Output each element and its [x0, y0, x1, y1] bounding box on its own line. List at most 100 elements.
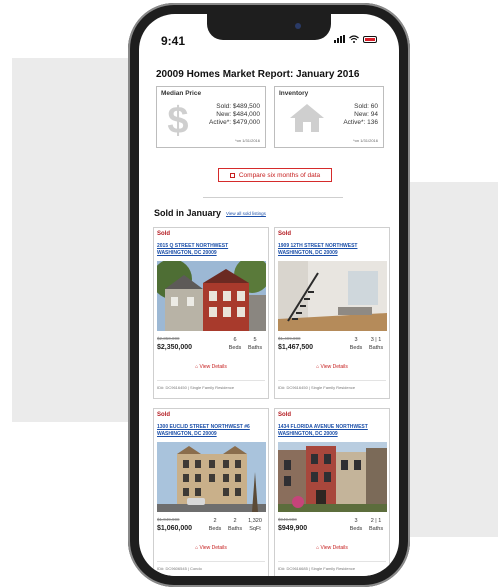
- beds-label: Beds: [208, 526, 222, 532]
- listing-id: ID#: DC9616450 | Single Family Residence: [157, 385, 235, 390]
- sold-label: Sold: [157, 231, 170, 237]
- sqft-value: 1,320: [248, 518, 262, 524]
- listing-card[interactable]: Sold 1434 FLORIDA AVENUE NORTHWEST WASHIN…: [274, 408, 390, 576]
- listing-card[interactable]: Sold 2015 Q STREET NORTHWEST WASHINGTON, …: [153, 227, 269, 399]
- original-price: $949,900: [278, 517, 297, 522]
- listing-address-link[interactable]: 1300 EUCLID STREET NORTHWEST #6 WASHINGTO…: [157, 424, 267, 437]
- original-price: $2,350,000: [157, 336, 180, 341]
- view-details-label[interactable]: View Details: [321, 545, 348, 551]
- signal-icon: [334, 35, 345, 43]
- sqft-stat: 1,320 SqFt: [248, 517, 262, 533]
- inventory-new: New: 94: [354, 111, 378, 118]
- listing-id: ID#: DC9616450 | Single Family Residence: [278, 385, 356, 390]
- status-time: 9:41: [161, 34, 186, 48]
- baths-label: Baths: [248, 345, 263, 351]
- listing-photo[interactable]: [278, 261, 387, 331]
- listing-address-link[interactable]: 1909 12TH STREET NORTHWEST WASHINGTON, DC…: [278, 243, 388, 256]
- chart-icon: [229, 172, 235, 178]
- phone-frame: 9:41 20009 Homes Market Report: January …: [128, 3, 410, 587]
- status-icons: [334, 35, 377, 43]
- median-price-values: Sold: $489,500 New: $484,000 Active*: $4…: [209, 103, 260, 127]
- baths-label: Baths: [369, 345, 384, 351]
- card-divider: [278, 561, 386, 562]
- address-line-2[interactable]: WASHINGTON, DC 20009: [157, 431, 267, 438]
- dollar-icon: $: [167, 101, 188, 137]
- beds-stat: 2 Beds: [208, 517, 222, 533]
- beds-label: Beds: [349, 526, 363, 532]
- view-details-link[interactable]: ⌂ View Details: [154, 545, 268, 551]
- divider: [203, 197, 343, 198]
- view-details-label[interactable]: View Details: [321, 364, 348, 370]
- svg-text:$: $: [167, 101, 188, 137]
- view-details-label[interactable]: View Details: [200, 364, 227, 370]
- median-new: New: $484,000: [216, 111, 260, 118]
- baths-value: 5: [253, 337, 257, 343]
- baths-stat: 3 | 1 Baths: [369, 336, 383, 352]
- listing-id: ID#: DC9616685 | Single Family Residence: [278, 566, 356, 571]
- beds-value: 3: [354, 518, 358, 524]
- beds-stat: 6 Beds: [228, 336, 242, 352]
- baths-stat: 5 Baths: [248, 336, 262, 352]
- report-title: 20009 Homes Market Report: January 2016: [156, 69, 360, 80]
- median-price-heading: Median Price: [161, 90, 202, 97]
- sold-price: $1,060,000: [157, 525, 193, 532]
- inventory-sold: Sold: 60: [354, 103, 378, 110]
- view-details-link[interactable]: ⌂ View Details: [275, 364, 389, 370]
- sold-section-heading: Sold in January: [154, 208, 222, 218]
- view-details-link[interactable]: ⌂ View Details: [275, 545, 389, 551]
- wifi-icon: [349, 35, 359, 43]
- listing-card[interactable]: Sold 1909 12TH STREET NORTHWEST WASHINGTO…: [274, 227, 390, 399]
- interior-photo: [278, 261, 387, 331]
- beds-stat: 3 Beds: [349, 336, 363, 352]
- card-divider: [157, 380, 265, 381]
- baths-label: Baths: [369, 526, 384, 532]
- original-price: $1,499,000: [278, 336, 301, 341]
- inventory-heading: Inventory: [279, 90, 309, 97]
- background-panel-right: [410, 182, 498, 537]
- median-active: Active*: $479,000: [209, 119, 260, 126]
- baths-stat: 2 Baths: [228, 517, 242, 533]
- view-details-label[interactable]: View Details: [200, 545, 227, 551]
- baths-value: 2 | 1: [370, 518, 382, 524]
- sqft-label: SqFt: [249, 526, 261, 532]
- sold-label: Sold: [278, 231, 291, 237]
- phone-screen: 9:41 20009 Homes Market Report: January …: [139, 14, 399, 576]
- listing-card[interactable]: Sold 1300 EUCLID STREET NORTHWEST #6 WASH…: [153, 408, 269, 576]
- condo-building-photo: [157, 442, 266, 512]
- original-price: $1,049,900: [157, 517, 180, 522]
- listing-address-link[interactable]: 2015 Q STREET NORTHWEST WASHINGTON, DC 20…: [157, 243, 267, 256]
- listing-photo[interactable]: [157, 442, 266, 512]
- address-line-2[interactable]: WASHINGTON, DC 20009: [278, 250, 388, 257]
- beds-value: 6: [233, 337, 237, 343]
- baths-label: Baths: [228, 526, 243, 532]
- listing-photo[interactable]: [278, 442, 387, 512]
- house-icon: [290, 104, 324, 132]
- compare-label: Compare six months of data: [238, 171, 321, 179]
- address-line-2[interactable]: WASHINGTON, DC 20009: [278, 431, 388, 438]
- median-price-box: Median Price $ Sold: $489,500 New: $484,…: [156, 86, 266, 148]
- listing-address-link[interactable]: 1434 FLORIDA AVENUE NORTHWEST WASHINGTON,…: [278, 424, 388, 437]
- view-details-link[interactable]: ⌂ View Details: [154, 364, 268, 370]
- rowhouse-photo: [278, 442, 387, 512]
- listing-photo[interactable]: [157, 261, 266, 331]
- beds-label: Beds: [228, 345, 242, 351]
- notch: [207, 14, 331, 40]
- baths-value: 2: [233, 518, 237, 524]
- card-divider: [278, 380, 386, 381]
- inventory-active: Active*: 136: [343, 119, 378, 126]
- sold-price: $1,467,500: [278, 344, 314, 351]
- sold-label: Sold: [157, 412, 170, 418]
- beds-label: Beds: [349, 345, 363, 351]
- listing-id: ID#: DC9606545 | Condo: [157, 566, 202, 571]
- inventory-values: Sold: 60 New: 94 Active*: 136: [343, 103, 378, 127]
- beds-stat: 3 Beds: [349, 517, 363, 533]
- beds-value: 3: [354, 337, 358, 343]
- address-line-2[interactable]: WASHINGTON, DC 20009: [157, 250, 267, 257]
- townhouse-photo: [157, 261, 266, 331]
- sold-price: $2,350,000: [157, 344, 193, 351]
- view-all-sold-link[interactable]: View all sold listings: [226, 211, 266, 216]
- card-divider: [157, 561, 265, 562]
- baths-value: 3 | 1: [370, 337, 382, 343]
- compare-six-months-button[interactable]: Compare six months of data: [218, 168, 332, 182]
- beds-value: 2: [213, 518, 217, 524]
